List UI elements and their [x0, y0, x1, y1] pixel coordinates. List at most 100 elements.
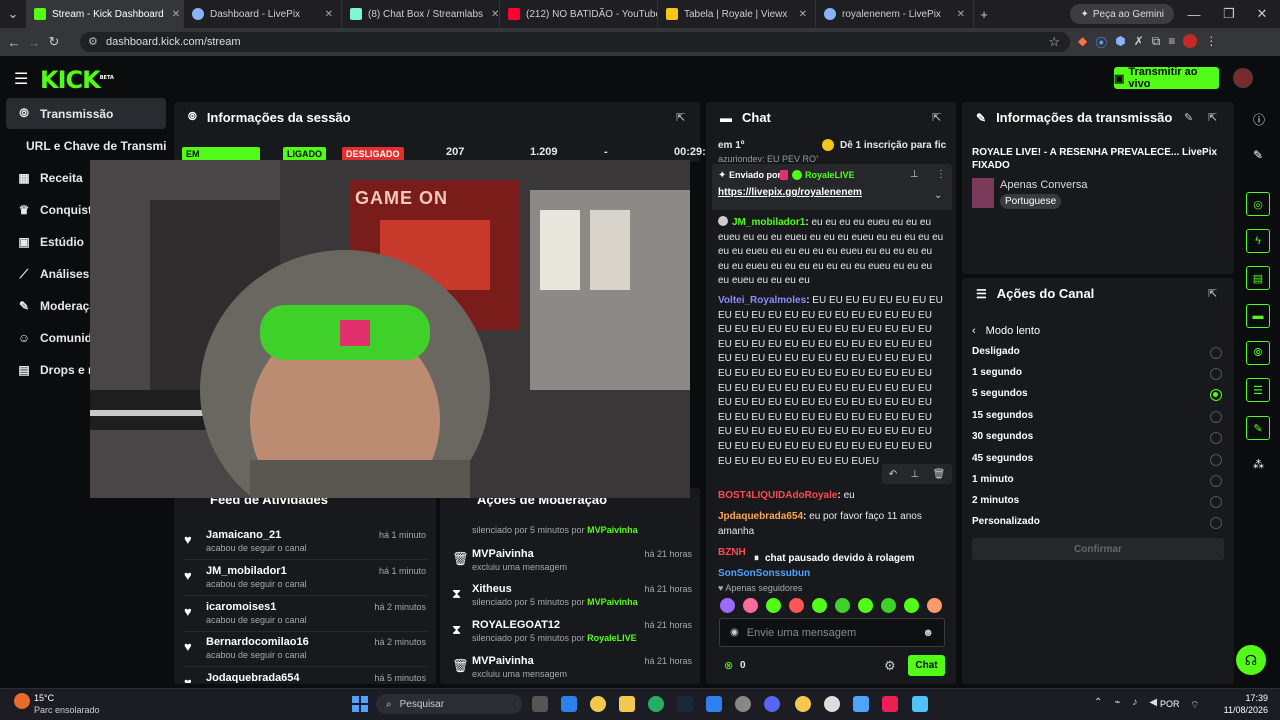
browser-tab[interactable]: (212) NO BATIDÃO - YouTube✕	[500, 0, 658, 28]
radio-button[interactable]	[1210, 496, 1222, 508]
chat-input[interactable]: ◉ Envie uma mensagem ☻	[719, 618, 945, 647]
settings-gear-icon[interactable]: ⚙	[884, 658, 896, 674]
radio-button[interactable]	[1210, 347, 1222, 359]
browser-tab[interactable]: (8) Chat Box / Streamlabs ✕	[342, 0, 500, 28]
slow-mode-back-button[interactable]: ‹ Modo lento	[972, 325, 1040, 337]
network-tray-icon[interactable]: ⌔	[1190, 699, 1199, 712]
chat-message[interactable]: Voltei_Royalmoles: EU EU EU EU EU EU EU …	[718, 294, 944, 482]
chevron-down-icon[interactable]: ⌄	[934, 190, 942, 201]
chrome-icon[interactable]	[795, 696, 811, 712]
list-item[interactable]: silenciado por 5 minutos por MVPaivinha	[450, 508, 694, 538]
close-icon[interactable]: ✕	[164, 9, 180, 20]
browser-tab[interactable]: Tabela | Royale | Viewx ✕	[658, 0, 816, 28]
hamburger-menu-icon[interactable]: ☰	[14, 69, 28, 89]
list-item[interactable]: ♥ Bernardocomilao16 acabou de seguir o can…	[184, 633, 428, 667]
info-icon[interactable]: ⓘ	[1253, 111, 1265, 128]
popout-icon[interactable]: ⇱	[676, 111, 685, 124]
slow-mode-option[interactable]: 1 segundo	[972, 367, 1224, 387]
maximize-icon[interactable]: ❐	[1214, 6, 1244, 22]
chevron-up-icon[interactable]: ⌃	[1094, 697, 1102, 708]
pinned-message[interactable]: ✦ Enviado por RoyaleLIVE ⊥ ⋮ https://liv…	[712, 164, 952, 210]
new-tab-icon[interactable]: +	[974, 7, 994, 22]
task-view-icon[interactable]	[532, 696, 548, 712]
store-icon[interactable]	[706, 696, 722, 712]
rail-button-wrench[interactable]: ✎	[1246, 416, 1270, 440]
radio-button[interactable]	[1210, 454, 1222, 466]
file-explorer-icon[interactable]	[619, 696, 635, 712]
slow-mode-option[interactable]: 5 segundos	[972, 388, 1224, 408]
slow-mode-option[interactable]: Desligado	[972, 346, 1224, 366]
list-item[interactable]: 🗑 MVPaivinha excluiu uma mensagem há 21 hor…	[450, 652, 694, 686]
send-chat-button[interactable]: Chat	[908, 655, 945, 676]
pinned-link[interactable]: https://livepix.gg/royalenenem	[718, 187, 862, 198]
network-icon[interactable]: ⌁	[1114, 697, 1120, 708]
reload-icon[interactable]: ↻	[44, 34, 64, 50]
chat-message[interactable]: Jpdaquebrada654: eu por favor faço 11 an…	[718, 510, 944, 539]
browser-tab[interactable]: Dashboard - LivePix ✕	[184, 0, 342, 28]
close-icon[interactable]: ✕	[949, 9, 965, 20]
pin-icon[interactable]: ⊥	[910, 469, 919, 480]
taskbar-search[interactable]: ⌕ Pesquisar	[376, 694, 522, 714]
bookmark-star-icon[interactable]: ☆	[1048, 34, 1060, 50]
edge-icon[interactable]	[648, 696, 664, 712]
browser-tab[interactable]: Stream - Kick Dashboard ✕	[26, 0, 184, 28]
slow-mode-option[interactable]: 15 segundos	[972, 410, 1224, 430]
emote-icon[interactable]	[720, 598, 735, 613]
windows-start-icon[interactable]	[352, 696, 368, 712]
minimize-icon[interactable]: —	[1174, 7, 1214, 22]
rail-button-chat[interactable]: ▬	[1246, 304, 1270, 328]
radio-button[interactable]	[1210, 475, 1222, 487]
steam-icon[interactable]	[677, 696, 693, 712]
go-live-button[interactable]: ▣ Transmitir ao vivo	[1114, 66, 1219, 90]
radio-button[interactable]	[1210, 411, 1222, 423]
gemini-button[interactable]: ✦ Peça ao Gemini	[1070, 4, 1174, 24]
notepad-icon[interactable]	[912, 696, 928, 712]
app-icon[interactable]	[853, 696, 869, 712]
edit-icon[interactable]: ✎	[1184, 111, 1193, 124]
support-headset-icon[interactable]: ☊	[1236, 645, 1266, 675]
emote-icon[interactable]	[789, 598, 804, 613]
confirm-button[interactable]: Confirmar	[972, 538, 1224, 560]
radio-button[interactable]	[1210, 368, 1222, 380]
sidebar-item-transmissao[interactable]: ⦾ Transmissão	[6, 98, 166, 129]
close-icon[interactable]: ✕	[791, 9, 807, 20]
browser-tab[interactable]: royalenenem - LivePix ✕	[816, 0, 974, 28]
clock-time[interactable]: 17:39	[1226, 693, 1268, 703]
puzzle-icon[interactable]: ⧉	[1152, 34, 1161, 51]
reply-icon[interactable]: ↶	[889, 469, 897, 480]
list-item[interactable]: 🗑 MVPaivinha excluiu uma mensagem há 21 hor…	[450, 545, 694, 579]
emote-icon[interactable]	[927, 598, 942, 613]
pin-icon[interactable]: ⊥	[910, 169, 919, 180]
popout-icon[interactable]: ⇱	[1208, 287, 1217, 300]
popout-icon[interactable]: ⇱	[1208, 111, 1217, 124]
emote-icon[interactable]	[812, 598, 827, 613]
rail-button-layout[interactable]: ☰	[1246, 378, 1270, 402]
site-info-icon[interactable]: ⚙	[88, 35, 98, 48]
chat-message[interactable]: JM_mobilador1: eu eu eu eu eueu eu eu eu…	[718, 216, 944, 290]
profile-avatar[interactable]	[1183, 34, 1198, 48]
extension-icon[interactable]: ◆	[1078, 34, 1087, 51]
emote-icon[interactable]	[835, 598, 850, 613]
reading-list-icon[interactable]: ≡	[1168, 34, 1175, 51]
clock-date[interactable]: 11/08/2026	[1216, 705, 1268, 715]
rail-button-broadcast[interactable]: ⦾	[1246, 341, 1270, 365]
rail-button-bolt[interactable]: ϟ	[1246, 229, 1270, 253]
rail-button-doc[interactable]: ▤	[1246, 266, 1270, 290]
list-item[interactable]: ⧗ Xitheus silenciado por 5 minutos por MVP…	[450, 580, 694, 614]
mic-icon[interactable]: ♪	[1132, 697, 1137, 708]
extension-icon[interactable]: ✗	[1134, 34, 1144, 51]
tiktok-icon[interactable]	[882, 696, 898, 712]
chrome-icon[interactable]	[590, 696, 606, 712]
list-item[interactable]: ♥ Jamaicano_21 acabou de seguir o canal há …	[184, 526, 428, 560]
url-field[interactable]: ⚙ dashboard.kick.com/stream ☆	[80, 32, 1070, 52]
settings-icon[interactable]	[735, 696, 751, 712]
emote-icon[interactable]	[881, 598, 896, 613]
discord-icon[interactable]	[764, 696, 780, 712]
slow-mode-option[interactable]: 30 segundos	[972, 431, 1224, 451]
radio-button[interactable]	[1210, 517, 1222, 529]
emote-icon[interactable]	[743, 598, 758, 613]
emoji-icon[interactable]: ☻	[922, 627, 934, 639]
kick-logo[interactable]: KICKBETA	[40, 66, 114, 94]
close-window-icon[interactable]: ✕	[1244, 6, 1280, 22]
close-icon[interactable]: ✕	[483, 9, 499, 20]
